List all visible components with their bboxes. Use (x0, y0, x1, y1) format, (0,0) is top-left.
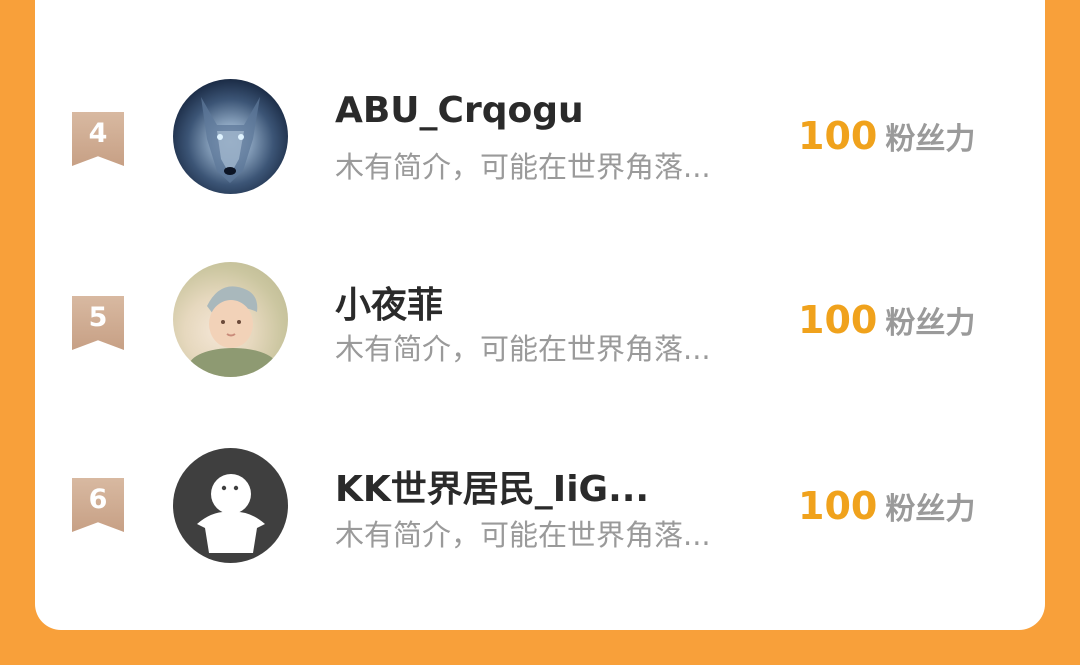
rank-number: 5 (88, 302, 108, 333)
username[interactable]: 小夜菲 (335, 276, 443, 328)
rank-badge: 6 (72, 478, 124, 532)
user-bio: 木有简介，可能在世界角落... (335, 150, 711, 184)
fan-score-value: 100 (798, 298, 878, 342)
rank-number: 6 (88, 484, 108, 515)
rank-badge: 4 (72, 112, 124, 166)
fan-score-label: 粉丝力 (885, 122, 976, 157)
user-bio: 木有简介，可能在世界角落... (335, 332, 711, 366)
username[interactable]: KK世界居民_IiG... (335, 460, 649, 512)
fan-score: 100 粉丝力 (798, 298, 975, 342)
ranking-row[interactable]: 4 ABU_Crqogu 木有简介，可能在世界角落... 100 粉丝力 (0, 76, 1080, 196)
fan-score-value: 100 (798, 114, 878, 158)
ranking-row[interactable]: 5 小夜菲 木有简介，可能在世界角落... 100 粉丝力 (0, 262, 1080, 382)
fan-score-label: 粉丝力 (885, 306, 976, 341)
fan-score-value: 100 (798, 484, 878, 528)
user-bio: 木有简介，可能在世界角落... (335, 518, 711, 552)
default-user-avatar-icon[interactable] (173, 448, 288, 563)
username[interactable]: ABU_Crqogu (335, 90, 584, 131)
fan-score: 100 粉丝力 (798, 484, 975, 528)
ranking-row[interactable]: 6 KK世界居民_IiG... 木有简介，可能在世界角落... 100 粉丝力 (0, 448, 1080, 568)
fan-score-label: 粉丝力 (885, 492, 976, 527)
wolf-avatar-icon[interactable] (173, 79, 288, 194)
fan-score: 100 粉丝力 (798, 114, 975, 158)
rank-number: 4 (88, 118, 108, 149)
baby-avatar-icon[interactable] (173, 262, 288, 377)
rank-badge: 5 (72, 296, 124, 350)
